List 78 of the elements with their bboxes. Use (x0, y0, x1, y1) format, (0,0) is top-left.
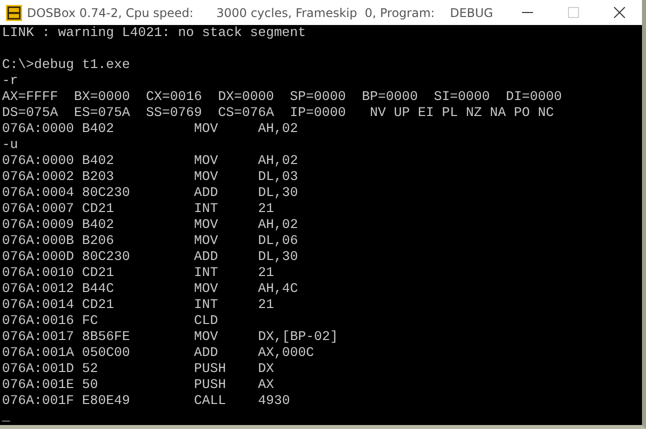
instruction-mnemonic: INT (194, 266, 218, 281)
console-line: -r (2, 74, 18, 90)
instruction-mnemonic: ADD (194, 186, 218, 201)
machine-code: E80E49 (82, 394, 130, 409)
memory-address: 076A:001F (2, 394, 74, 409)
instruction-mnemonic: CALL (194, 394, 226, 409)
instruction-operands: AH,4C (258, 282, 298, 297)
memory-address: 076A:000D (2, 250, 74, 265)
console-line: AX=FFFF BX=0000 CX=0016 DX=0000 SP=0000 BP=0000 SI=0000 DI=0000 (2, 90, 562, 106)
instruction-operands: AX,000C (258, 346, 314, 361)
instruction-mnemonic: PUSH (194, 378, 226, 393)
text-cursor: _ (2, 410, 10, 426)
instruction-operands: AX (258, 378, 274, 393)
window-title: DOSBox 0.74-2, Cpu speed: 3000 cycles, Frameskip 0, Program: DEBUG (27, 4, 494, 22)
machine-code: B402 (82, 122, 114, 137)
instruction-operands: DL,30 (258, 186, 298, 201)
instruction-mnemonic: INT (194, 202, 218, 217)
console-line: DS=075A ES=075A SS=0769 CS=076A IP=0000 NV UP EI PL NZ NA PO NC (2, 106, 554, 122)
instruction-operands: DL,03 (258, 170, 298, 185)
machine-code: 50 (82, 378, 98, 393)
machine-code: 050C00 (82, 346, 130, 361)
dosbox-logo-icon (6, 4, 22, 20)
machine-code: B402 (82, 154, 114, 169)
instruction-mnemonic: CLD (194, 314, 218, 329)
memory-address: 076A:0000 (2, 154, 74, 169)
instruction-mnemonic: MOV (194, 122, 218, 137)
memory-address: 076A:0009 (2, 218, 74, 233)
instruction-operands: DX (258, 362, 274, 377)
machine-code: B203 (82, 170, 114, 185)
machine-code: B44C (82, 282, 114, 297)
instruction-mnemonic: INT (194, 298, 218, 313)
instruction-operands: 21 (258, 298, 274, 313)
instruction-mnemonic: MOV (194, 330, 218, 345)
machine-code: CD21 (82, 298, 114, 313)
instruction-operands: 21 (258, 202, 274, 217)
machine-code: FC (82, 314, 98, 329)
memory-address: 076A:0010 (2, 266, 74, 281)
maximize-icon (568, 7, 578, 18)
machine-code: B402 (82, 218, 114, 233)
memory-address: 076A:0017 (2, 330, 74, 345)
instruction-operands: DL,06 (258, 234, 298, 249)
machine-code: 80C230 (82, 250, 130, 265)
machine-code: B206 (82, 234, 114, 249)
instruction-mnemonic: ADD (194, 250, 218, 265)
memory-address: 076A:0000 (2, 122, 74, 137)
console-line: LINK : warning L4021: no stack segment (2, 26, 306, 42)
instruction-operands: 21 (258, 266, 274, 281)
instruction-mnemonic: MOV (194, 170, 218, 185)
console-line: -u (2, 138, 18, 154)
instruction-operands: AH,02 (258, 218, 298, 233)
machine-code: CD21 (82, 266, 114, 281)
instruction-mnemonic: PUSH (194, 362, 226, 377)
memory-address: 076A:001D (2, 362, 74, 377)
memory-address: 076A:0014 (2, 298, 74, 313)
instruction-mnemonic: MOV (194, 154, 218, 169)
instruction-mnemonic: MOV (194, 218, 218, 233)
instruction-operands: AH,02 (258, 122, 298, 137)
machine-code: 52 (82, 362, 98, 377)
instruction-operands: 4930 (258, 394, 290, 409)
machine-code: CD21 (82, 202, 114, 217)
close-icon (614, 7, 624, 18)
memory-address: 076A:000B (2, 234, 74, 249)
machine-code: 8B56FE (82, 330, 130, 345)
instruction-mnemonic: MOV (194, 282, 218, 297)
memory-address: 076A:0012 (2, 282, 74, 297)
instruction-mnemonic: ADD (194, 346, 218, 361)
memory-address: 076A:0004 (2, 186, 74, 201)
memory-address: 076A:001E (2, 378, 74, 393)
memory-address: 076A:0007 (2, 202, 74, 217)
machine-code: 80C230 (82, 186, 130, 201)
instruction-operands: DX,[BP-02] (258, 330, 338, 345)
memory-address: 076A:0016 (2, 314, 74, 329)
memory-address: 076A:0002 (2, 170, 74, 185)
memory-address: 076A:001A (2, 346, 74, 361)
instruction-operands: AH,02 (258, 154, 298, 169)
console-line: C:\>debug t1.exe (2, 58, 130, 74)
instruction-operands: DL,30 (258, 250, 298, 265)
instruction-mnemonic: MOV (194, 234, 218, 249)
